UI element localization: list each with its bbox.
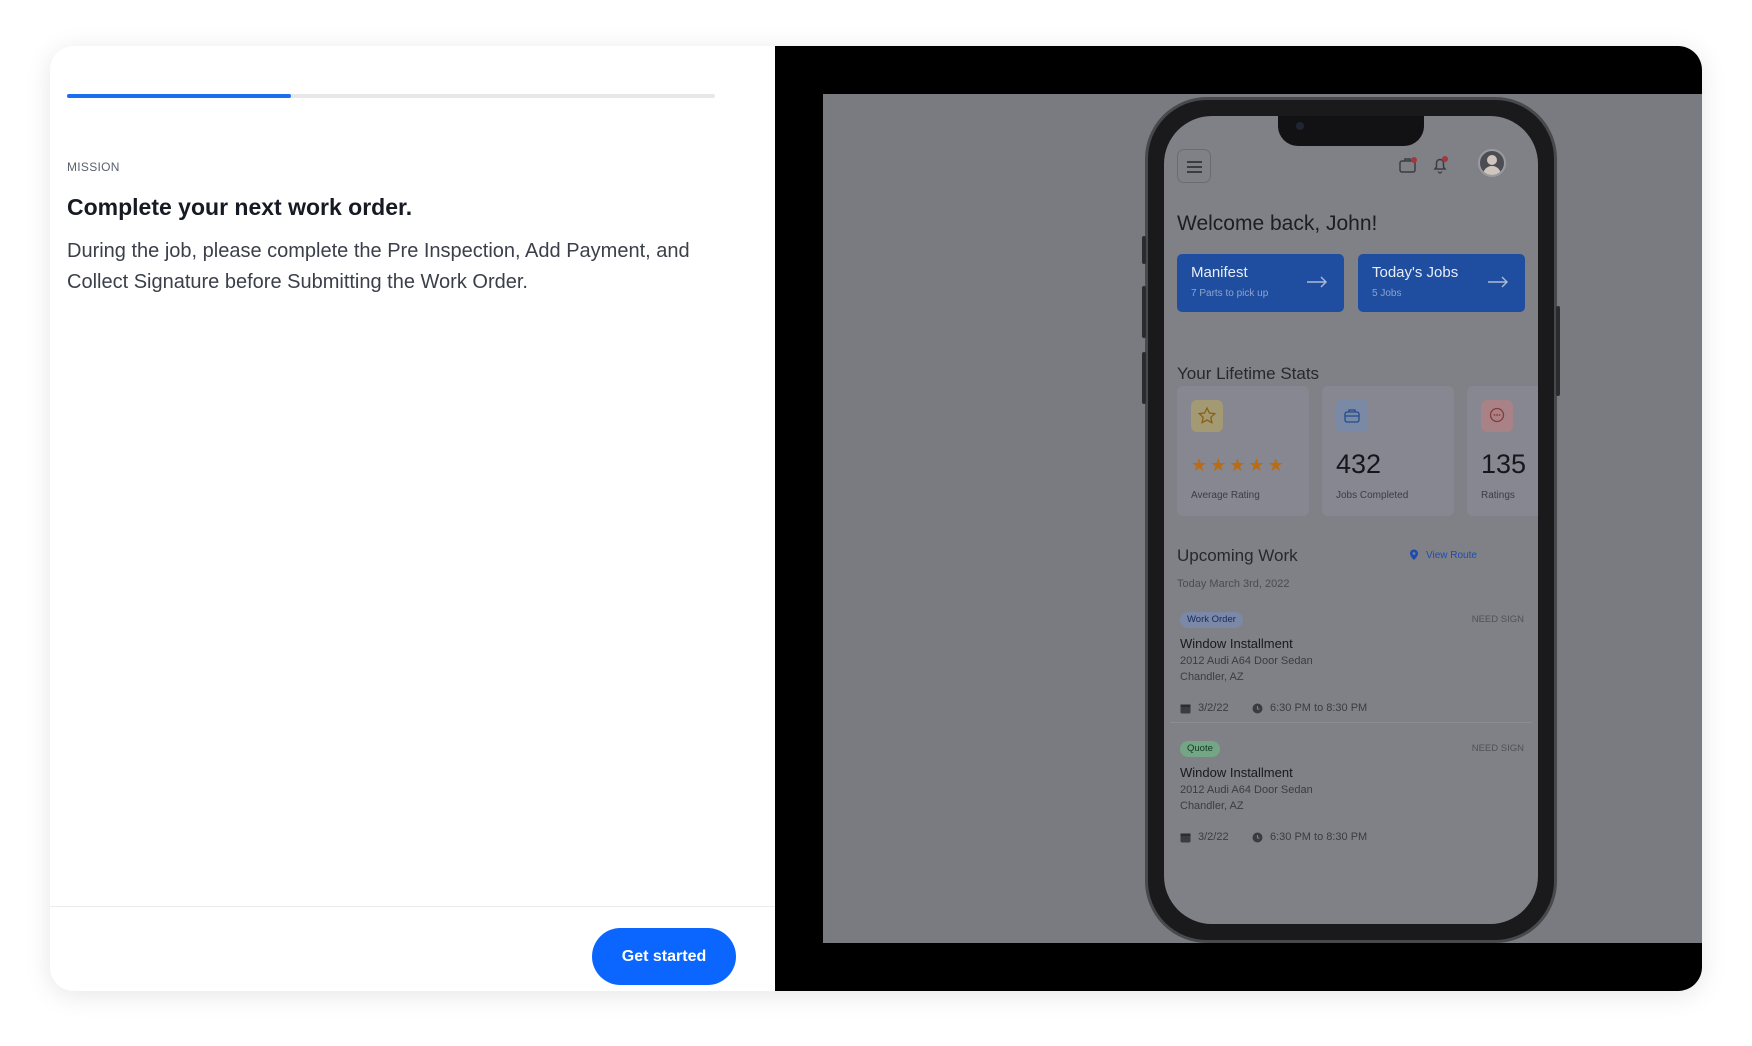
star-icon: ★ <box>1248 455 1265 475</box>
mission-title: Complete your next work order. <box>67 194 413 220</box>
clock-icon <box>1252 703 1263 713</box>
phone-side-button <box>1142 286 1146 338</box>
progress-bar <box>67 94 715 98</box>
job-time-text: 6:30 PM to 8:30 PM <box>1270 702 1368 714</box>
rating-stars: ★ ★ ★ ★ ★ <box>1191 456 1284 474</box>
tile-title: Manifest <box>1191 264 1248 281</box>
job-title: Window Installment <box>1180 636 1293 651</box>
preview-stage: Welcome back, John! Manifest 7 Parts to … <box>823 94 1702 943</box>
tile-title: Today's Jobs <box>1372 264 1459 281</box>
chat-icon <box>1481 400 1513 432</box>
list-divider <box>1170 722 1532 723</box>
stat-label: Ratings <box>1481 490 1515 501</box>
lifetime-stats-heading: Your Lifetime Stats <box>1177 364 1320 383</box>
calendar-icon <box>1180 704 1191 713</box>
upcoming-work-heading: Upcoming Work <box>1177 546 1298 565</box>
progress-bar-fill <box>67 94 291 98</box>
job-title: Window Installment <box>1180 765 1293 780</box>
job-date-text: 3/2/22 <box>1198 831 1229 843</box>
mission-description: During the job, please complete the Pre … <box>67 240 690 293</box>
avatar[interactable] <box>1478 149 1506 177</box>
status-badge: NEED SIGN <box>1471 743 1524 754</box>
job-time: 6:30 PM to 8:30 PM <box>1252 702 1367 714</box>
todays-jobs-tile[interactable]: Today's Jobs 5 Jobs <box>1358 254 1525 312</box>
stat-label: Average Rating <box>1191 490 1260 501</box>
location-pin-icon <box>1410 549 1418 560</box>
footer-divider <box>50 906 775 907</box>
phone-side-button <box>1142 236 1146 264</box>
bell-icon[interactable] <box>1430 155 1450 175</box>
job-vehicle: 2012 Audi A64 Door Sedan <box>1180 655 1313 667</box>
stat-label: Jobs Completed <box>1336 490 1409 501</box>
tile-subtitle: 7 Parts to pick up <box>1191 288 1269 299</box>
welcome-heading: Welcome back, John! <box>1177 212 1378 235</box>
work-order-badge: Work Order <box>1180 612 1243 628</box>
job-location: Chandler, AZ <box>1180 671 1244 683</box>
manifest-tile[interactable]: Manifest 7 Parts to pick up <box>1177 254 1344 312</box>
average-rating-card: ★ ★ ★ ★ ★ Average Rating <box>1177 386 1309 516</box>
star-icon: ★ <box>1229 455 1246 475</box>
view-route-label: View Route <box>1426 549 1477 561</box>
work-order-item[interactable]: Work Order NEED SIGN Window Installment … <box>1164 612 1538 740</box>
job-date: 3/2/22 <box>1180 831 1229 843</box>
stat-value: 432 <box>1336 449 1382 479</box>
job-date: 3/2/22 <box>1180 702 1229 714</box>
job-time: 6:30 PM to 8:30 PM <box>1252 831 1367 843</box>
mission-panel: MISSION Complete your next work order. D… <box>50 46 775 991</box>
onboarding-card: MISSION Complete your next work order. D… <box>50 46 1702 991</box>
phone-frame: Welcome back, John! Manifest 7 Parts to … <box>1142 97 1560 943</box>
job-vehicle: 2012 Audi A64 Door Sedan <box>1180 784 1313 796</box>
star-icon: ★ <box>1210 455 1227 475</box>
phone-side-button <box>1142 352 1146 404</box>
menu-icon[interactable] <box>1177 149 1211 183</box>
view-route-link[interactable]: View Route <box>1408 549 1477 561</box>
arrow-right-icon <box>1488 276 1508 288</box>
job-location: Chandler, AZ <box>1180 800 1244 812</box>
star-icon <box>1191 400 1223 432</box>
preview-panel: Welcome back, John! Manifest 7 Parts to … <box>775 46 1702 991</box>
stat-value: 135 <box>1481 449 1527 479</box>
jobs-completed-card: 432 Jobs Completed <box>1322 386 1454 516</box>
star-icon: ★ <box>1267 455 1284 475</box>
ratings-card: 135 Ratings <box>1467 386 1538 516</box>
mission-eyebrow: MISSION <box>67 160 120 174</box>
star-icon: ★ <box>1191 455 1208 475</box>
briefcase-icon[interactable] <box>1398 155 1418 175</box>
arrow-right-icon <box>1307 276 1327 288</box>
get-started-button[interactable]: Get started <box>592 928 736 985</box>
tile-subtitle: 5 Jobs <box>1372 288 1402 299</box>
phone-notch <box>1278 116 1424 146</box>
quote-item[interactable]: Quote NEED SIGN Window Installment 2012 … <box>1164 741 1538 869</box>
quote-badge: Quote <box>1180 741 1220 757</box>
status-badge: NEED SIGN <box>1471 614 1524 625</box>
briefcase-icon <box>1336 400 1368 432</box>
job-date-text: 3/2/22 <box>1198 702 1229 714</box>
calendar-icon <box>1180 833 1191 842</box>
job-time-text: 6:30 PM to 8:30 PM <box>1270 831 1368 843</box>
phone-screen: Welcome back, John! Manifest 7 Parts to … <box>1164 116 1538 924</box>
upcoming-date: Today March 3rd, 2022 <box>1177 578 1290 590</box>
camera-icon <box>1296 122 1304 130</box>
phone-side-button <box>1556 306 1560 396</box>
clock-icon <box>1252 832 1263 842</box>
